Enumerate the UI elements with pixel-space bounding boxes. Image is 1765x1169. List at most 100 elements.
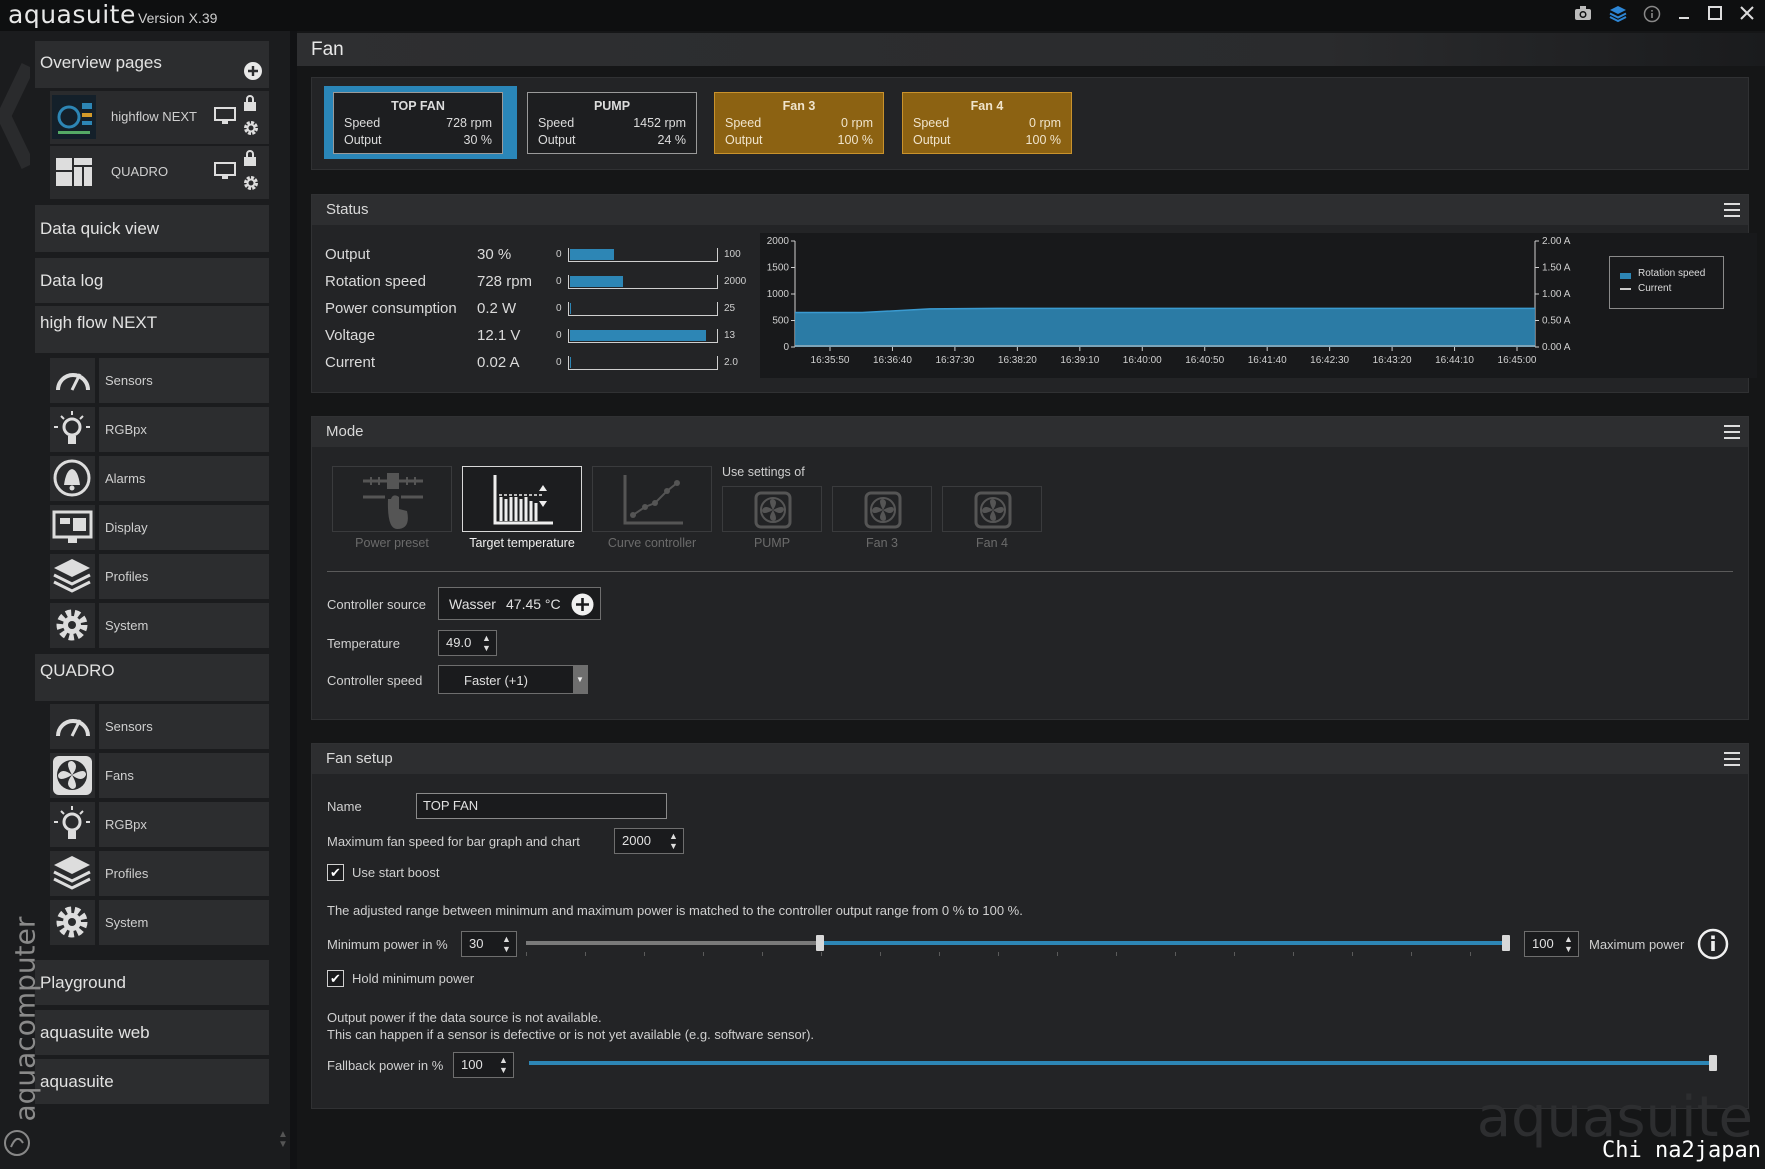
min-power-thumb[interactable] [816, 935, 824, 951]
sidebar-item-highflow-alarms[interactable]: Alarms [50, 456, 269, 501]
overview-page-quadro[interactable]: QUADRO [50, 146, 269, 199]
fallback-power-stepper[interactable]: 100 ▲ ▼ [453, 1052, 514, 1078]
hold-min-power-checkbox[interactable]: ✔ [327, 970, 344, 987]
controller-source-selector[interactable]: Wasser 47.45 °C [438, 587, 601, 620]
chart-x-tick-label: 16:42:30 [1310, 355, 1349, 366]
fan-tile-name: Fan 4 [970, 99, 1004, 113]
fan-tile-fan3[interactable]: Fan 3 Speed 0 rpm Output 100 % [714, 92, 884, 154]
add-page-icon[interactable] [243, 61, 263, 81]
chart-x-tick-label: 16:41:40 [1248, 355, 1287, 366]
use-settings-pump-button[interactable] [722, 486, 822, 532]
quadro-section-header[interactable]: QUADRO [35, 654, 269, 701]
overview-page-highflow[interactable]: highflow NEXT [50, 91, 269, 144]
sidebar-item-label: System [99, 900, 269, 945]
monitor-icon[interactable] [214, 162, 236, 185]
sidebar-collapse-arrow-icon[interactable] [0, 61, 30, 171]
sidebar-scroll-arrows-icon[interactable]: ▲ ▼ [278, 1130, 288, 1165]
fan-setup-menu-icon[interactable] [1724, 752, 1740, 766]
stepper-arrows-icon[interactable]: ▲ ▼ [1564, 934, 1574, 954]
controller-speed-select[interactable]: Faster (+1) ▼ [438, 665, 588, 694]
temperature-stepper[interactable]: 49.0 ▲ ▼ [438, 630, 497, 656]
sidebar-item-label: Profiles [99, 554, 269, 599]
sidebar-item-quadro-fans[interactable]: Fans [50, 753, 269, 798]
maximize-icon[interactable] [1705, 5, 1725, 25]
chevron-down-icon[interactable]: ▼ [573, 666, 587, 693]
mode-menu-icon[interactable] [1724, 425, 1740, 439]
status-bar-fill [570, 330, 706, 341]
aquasuite-item[interactable]: aquasuite [35, 1059, 269, 1104]
monitor-icon[interactable] [214, 107, 236, 130]
sidebar-item-label: Profiles [99, 851, 269, 896]
power-range-fill [820, 941, 1506, 945]
chart-y2-tick-label: 0.50 A [1542, 316, 1571, 327]
chart-x-tick-label: 16:36:40 [873, 355, 912, 366]
temperature-label: Temperature [327, 636, 400, 651]
chart-series-rotation-area [795, 308, 1535, 347]
sidebar-item-quadro-rgbpx[interactable]: RGBpx [50, 802, 269, 847]
fan-tile-fan4[interactable]: Fan 4 Speed 0 rpm Output 100 % [902, 92, 1072, 154]
fan-icon [974, 491, 1012, 529]
data-log-item[interactable]: Data log [35, 258, 269, 303]
status-row-value: 12.1 V [477, 327, 521, 344]
aquasuite-web-item[interactable]: aquasuite web [35, 1010, 269, 1055]
sidebar-item-highflow-profiles[interactable]: Profiles [50, 554, 269, 599]
stepper-arrows-icon[interactable]: ▲ ▼ [669, 831, 679, 851]
use-settings-fan3-button[interactable] [832, 486, 932, 532]
max-power-stepper[interactable]: 100 ▲ ▼ [1524, 931, 1579, 957]
playground-item[interactable]: Playground [35, 960, 269, 1005]
sidebar-item-highflow-display[interactable]: Display [50, 505, 269, 550]
curve-controller-button[interactable] [592, 466, 712, 532]
fan-tile-name: Fan 3 [782, 99, 816, 113]
chart-y2-tick-label: 0.00 A [1542, 342, 1571, 353]
start-boost-label: Use start boost [352, 865, 440, 880]
sidebar-item-quadro-sensors[interactable]: Sensors [50, 704, 269, 749]
start-boost-checkbox[interactable]: ✔ [327, 864, 344, 881]
output-label: Output [725, 133, 763, 147]
fan-tile-top-fan[interactable]: TOP FAN Speed 728 rpm Output 30 % [333, 92, 503, 154]
highflow-section-header[interactable]: high flow NEXT [35, 306, 269, 353]
power-preset-button[interactable] [332, 466, 452, 532]
layers-icon[interactable] [1608, 5, 1628, 25]
stepper-arrows-icon[interactable]: ▲ ▼ [499, 1055, 509, 1075]
status-bar-min: 0 [556, 276, 562, 287]
fan-tile-pump[interactable]: PUMP Speed 1452 rpm Output 24 % [527, 92, 697, 154]
add-source-icon[interactable] [571, 593, 594, 616]
bulb-icon [50, 407, 95, 452]
status-menu-icon[interactable] [1724, 203, 1740, 217]
data-quick-view-item[interactable]: Data quick view [35, 205, 269, 252]
status-row-value: 30 % [477, 246, 512, 263]
output-label: Output [538, 133, 576, 147]
gauge-icon [50, 358, 95, 403]
info-icon[interactable] [1697, 928, 1729, 960]
sidebar-item-highflow-sensors[interactable]: Sensors [50, 358, 269, 403]
target-temperature-button[interactable] [462, 466, 582, 532]
minimize-icon[interactable] [1674, 5, 1694, 25]
status-bar-min: 0 [556, 357, 562, 368]
close-icon[interactable] [1737, 5, 1757, 25]
sidebar-item-highflow-system[interactable]: System [50, 603, 269, 648]
page-title: Fan [311, 39, 344, 60]
fallback-power-thumb[interactable] [1709, 1055, 1717, 1071]
name-input[interactable]: TOP FAN [416, 793, 667, 819]
stepper-arrows-icon[interactable]: ▲ ▼ [502, 934, 512, 954]
stepper-arrows-icon[interactable]: ▲ ▼ [482, 633, 492, 653]
lock-icon[interactable] [243, 150, 257, 171]
gear-icon[interactable] [242, 174, 260, 197]
overview-pages-header[interactable]: Overview pages [35, 41, 269, 88]
camera-icon[interactable] [1573, 5, 1593, 25]
max-speed-value: 2000 [622, 833, 651, 848]
sidebar-item-quadro-profiles[interactable]: Profiles [50, 851, 269, 896]
lock-icon[interactable] [243, 95, 257, 116]
max-speed-stepper[interactable]: 2000 ▲ ▼ [614, 828, 684, 854]
gauge-icon [50, 704, 95, 749]
sidebar-item-quadro-system[interactable]: System [50, 900, 269, 945]
max-power-thumb[interactable] [1502, 935, 1510, 951]
sidebar-item-highflow-rgbpx[interactable]: RGBpx [50, 407, 269, 452]
chart-x-tick-label: 16:43:20 [1373, 355, 1412, 366]
info-icon[interactable] [1642, 5, 1662, 25]
use-settings-fan4-button[interactable] [942, 486, 1042, 532]
gear-icon[interactable] [242, 119, 260, 142]
min-power-stepper[interactable]: 30 ▲ ▼ [461, 931, 517, 957]
chart-y-tick-label: 1500 [767, 263, 790, 274]
chart-y-tick-label: 500 [772, 316, 789, 327]
